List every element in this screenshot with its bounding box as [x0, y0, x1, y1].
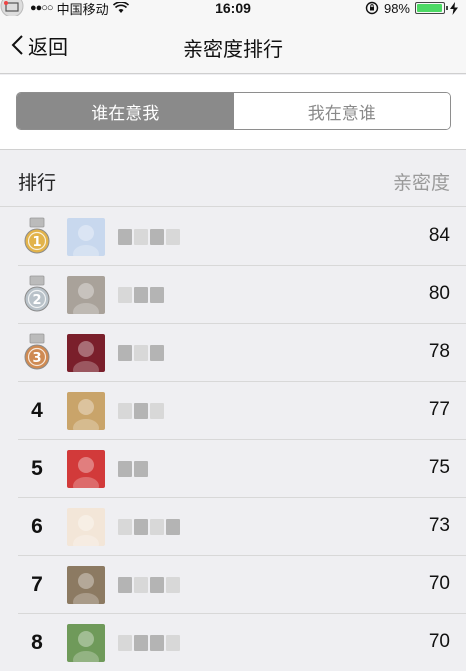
intimacy-score: 77	[428, 399, 450, 420]
page-title: 亲密度排行	[183, 39, 283, 61]
intimacy-score: 70	[428, 631, 450, 652]
medal-rank-text: 1	[32, 235, 41, 250]
table-row[interactable]: 3 78	[0, 324, 466, 382]
segmented-control: 谁在意我 我在意谁	[16, 92, 451, 130]
avatar[interactable]	[67, 218, 105, 256]
avatar[interactable]	[67, 392, 105, 430]
avatar[interactable]	[67, 276, 105, 314]
rank-cell: 6	[18, 498, 56, 556]
avatar[interactable]	[67, 334, 105, 372]
intimacy-score: 80	[428, 283, 450, 304]
rank-cell: 7	[18, 556, 56, 614]
bronze-medal-icon: 3	[24, 333, 50, 370]
silver-medal-icon: 2	[24, 275, 50, 312]
ranking-list: 1 84 2 80 3 78 4 77 5 75 6 73 7 70 8 70	[0, 208, 466, 671]
table-row[interactable]: 4 77	[0, 382, 466, 440]
list-header: 排行 亲密度	[0, 151, 466, 207]
rank-cell: 5	[18, 440, 56, 498]
blurred-username	[118, 227, 180, 247]
segment-who-cares-about-me[interactable]: 谁在意我	[17, 93, 234, 129]
rotation-lock-icon	[365, 1, 379, 15]
rank-number: 8	[31, 631, 43, 654]
segment-who-i-care-about[interactable]: 我在意谁	[233, 93, 450, 129]
intimacy-column-header: 亲密度	[392, 173, 450, 194]
rank-cell: 3	[18, 324, 56, 382]
blurred-username	[118, 633, 180, 653]
blurred-username	[118, 575, 180, 595]
charging-icon	[450, 1, 458, 15]
rank-number: 4	[31, 399, 43, 422]
intimacy-score: 75	[428, 457, 450, 478]
medal-rank-text: 2	[32, 293, 41, 308]
avatar[interactable]	[67, 508, 105, 546]
avatar[interactable]	[67, 566, 105, 604]
blurred-username	[118, 343, 164, 363]
rank-cell: 4	[18, 382, 56, 440]
medal-rank-text: 3	[32, 351, 41, 366]
navigation-bar: 返回 亲密度排行	[0, 16, 466, 74]
blurred-username	[118, 459, 148, 479]
rank-column-header: 排行	[18, 173, 57, 194]
table-row[interactable]: 7 70	[0, 556, 466, 614]
table-row[interactable]: 6 73	[0, 498, 466, 556]
blurred-username	[118, 401, 164, 421]
table-row[interactable]: 5 75	[0, 440, 466, 498]
table-row[interactable]: 1 84	[0, 208, 466, 266]
blurred-username	[118, 517, 180, 537]
intimacy-score: 73	[428, 515, 450, 536]
intimacy-score: 70	[428, 573, 450, 594]
rank-number: 5	[31, 457, 43, 480]
intimacy-score: 84	[428, 225, 450, 246]
intimacy-score: 78	[428, 341, 450, 362]
avatar[interactable]	[67, 624, 105, 662]
battery-percent: 98%	[383, 0, 410, 16]
rank-cell: 2	[18, 266, 56, 324]
blurred-username	[118, 285, 164, 305]
status-bar: ●●○○ 中国移动 16:09 98%	[0, 0, 466, 18]
gold-medal-icon: 1	[24, 217, 50, 254]
segment-area: 谁在意我 我在意谁	[0, 75, 466, 150]
avatar[interactable]	[67, 450, 105, 488]
rank-cell: 8	[18, 614, 56, 671]
table-row[interactable]: 8 70	[0, 614, 466, 671]
table-row[interactable]: 2 80	[0, 266, 466, 324]
battery-icon	[415, 2, 448, 14]
rank-cell: 1	[18, 208, 56, 266]
rank-number: 7	[31, 573, 43, 596]
rank-number: 6	[31, 515, 43, 538]
